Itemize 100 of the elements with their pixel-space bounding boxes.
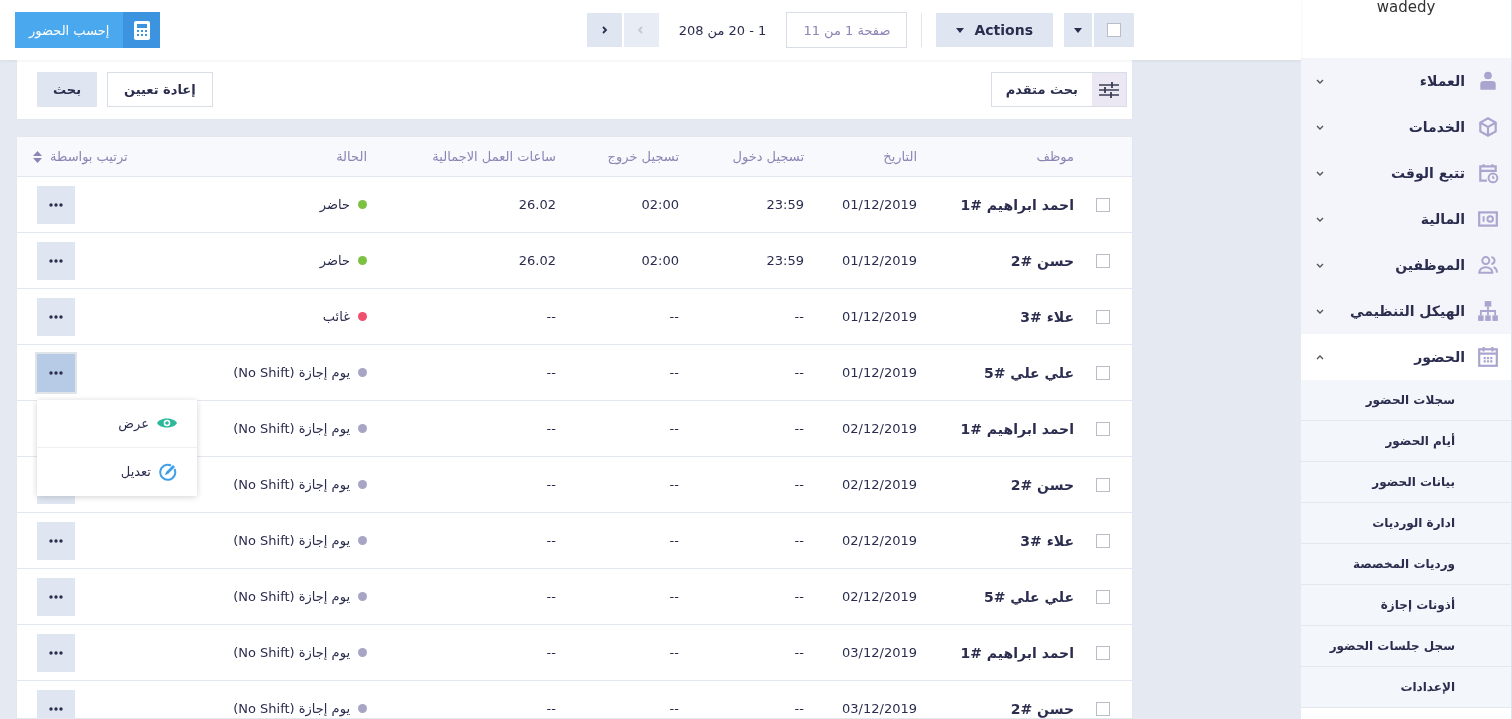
more-icon xyxy=(49,650,63,655)
sort-icon[interactable] xyxy=(33,150,42,163)
more-button[interactable] xyxy=(37,241,75,280)
account-name: wadedy xyxy=(1376,0,1436,16)
checkbox[interactable] xyxy=(1107,23,1121,37)
next-page-button[interactable] xyxy=(586,13,622,47)
row-checkbox[interactable] xyxy=(1096,421,1110,436)
more-icon xyxy=(49,314,63,319)
select-all-checkbox[interactable] xyxy=(1094,13,1134,47)
table-cell: 02/12/2019 xyxy=(842,589,917,604)
row-checkbox[interactable] xyxy=(1096,365,1110,380)
column-header: موظف xyxy=(1036,149,1074,164)
table-cell: 26.02 xyxy=(518,197,556,212)
table-cell: 01/12/2019 xyxy=(842,253,917,268)
sidebar-subitem[interactable]: الإعدادات xyxy=(1301,667,1511,708)
row-checkbox[interactable] xyxy=(1096,589,1110,604)
table-cell: 23:59 xyxy=(766,197,804,212)
menu-item[interactable]: عرض xyxy=(37,399,197,448)
row-checkbox[interactable] xyxy=(1096,253,1110,268)
status-text: حاضر xyxy=(319,253,350,268)
table-cell: -- xyxy=(794,477,804,492)
table-cell: -- xyxy=(794,645,804,660)
table-cell: -- xyxy=(669,309,679,324)
status-text: يوم إجازة (No Shift) xyxy=(233,477,350,492)
employee-name: احمد ابراهيم #1 xyxy=(960,420,1074,437)
actions-button[interactable]: Actions xyxy=(936,13,1053,47)
table-cell: -- xyxy=(546,421,556,436)
table-cell: -- xyxy=(794,701,804,716)
table-cell: 26.02 xyxy=(518,253,556,268)
sidebar-item[interactable]: الخدمات xyxy=(1301,104,1511,150)
employee-name: حسن #2 xyxy=(1010,476,1074,493)
menu-item[interactable]: تعديل xyxy=(37,447,197,496)
eye-icon xyxy=(157,416,177,430)
sidebar-item[interactable]: المالية xyxy=(1301,196,1511,242)
table-cell: -- xyxy=(669,477,679,492)
more-button[interactable] xyxy=(37,521,75,560)
sidebar-subitem[interactable]: سجلات الحضور xyxy=(1301,380,1511,421)
employee-name: حسن #2 xyxy=(1010,252,1074,269)
record-range: 1 - 20 من 208 xyxy=(677,22,768,38)
employee-name: علي علي #5 xyxy=(983,588,1074,605)
row-checkbox[interactable] xyxy=(1096,533,1110,548)
row-checkbox[interactable] xyxy=(1096,645,1110,660)
table-cell: 02:00 xyxy=(641,253,679,268)
table-cell: -- xyxy=(669,533,679,548)
row-checkbox[interactable] xyxy=(1096,197,1110,212)
search-button[interactable]: بحث xyxy=(37,72,97,107)
row-checkbox[interactable] xyxy=(1096,701,1110,716)
table-cell: 02/12/2019 xyxy=(842,533,917,548)
row-checkbox[interactable] xyxy=(1096,477,1110,492)
row-checkbox[interactable] xyxy=(1096,309,1110,324)
more-button[interactable] xyxy=(37,185,75,224)
status-text: غائب xyxy=(322,309,350,324)
more-icon xyxy=(49,370,63,375)
sidebar-subitem[interactable]: أذونات إجازة xyxy=(1301,585,1511,626)
reset-button[interactable]: إعادة تعيين xyxy=(107,72,213,107)
more-button[interactable] xyxy=(37,577,75,616)
more-icon xyxy=(49,538,63,543)
sidebar-item[interactable]: العملاء xyxy=(1301,58,1511,104)
table-cell: -- xyxy=(794,421,804,436)
more-button[interactable] xyxy=(37,633,75,672)
employee-name: علاء #3 xyxy=(1020,308,1074,325)
more-button[interactable] xyxy=(37,353,75,392)
status-text: يوم إجازة (No Shift) xyxy=(233,365,350,380)
column-header: تسجيل دخول xyxy=(732,149,804,164)
more-icon xyxy=(49,202,63,207)
more-icon xyxy=(49,258,63,263)
status-text: حاضر xyxy=(319,197,350,212)
more-icon xyxy=(49,706,63,711)
employee-name: حسن #2 xyxy=(1010,700,1074,717)
table-cell: 03/12/2019 xyxy=(842,701,917,716)
more-button[interactable] xyxy=(37,297,75,336)
sidebar-subitem[interactable]: سجل جلسات الحضور xyxy=(1301,626,1511,667)
status-text: يوم إجازة (No Shift) xyxy=(233,533,350,548)
status-text: يوم إجازة (No Shift) xyxy=(233,589,350,604)
sidebar-subitem[interactable]: ورديات المخصصة xyxy=(1301,544,1511,585)
advanced-search-button[interactable]: بحث متقدم xyxy=(990,72,1127,107)
select-menu-button[interactable] xyxy=(1064,13,1092,47)
table-cell: 03/12/2019 xyxy=(842,645,917,660)
table-cell: -- xyxy=(669,645,679,660)
org-chart-icon xyxy=(1477,300,1499,322)
caret-icon xyxy=(1074,27,1082,33)
table-cell: 02/12/2019 xyxy=(842,477,917,492)
more-button[interactable] xyxy=(37,689,75,718)
sidebar-subitem[interactable]: بيانات الحضور xyxy=(1301,462,1511,503)
sidebar-item[interactable]: تتبع الوقت xyxy=(1301,150,1511,196)
column-header: ساعات العمل الاجمالية xyxy=(432,149,556,164)
users-icon xyxy=(1477,254,1499,276)
table-cell: -- xyxy=(669,589,679,604)
chevron-icon xyxy=(599,25,610,35)
sidebar-item[interactable]: الهيكل التنظيمي xyxy=(1301,288,1511,334)
table-cell: -- xyxy=(546,645,556,660)
column-header: التاريخ xyxy=(883,149,917,164)
employee-name: احمد ابراهيم #1 xyxy=(960,644,1074,661)
sidebar-item[interactable]: الموظفين xyxy=(1301,242,1511,288)
sidebar-subitem[interactable]: أيام الحضور xyxy=(1301,421,1511,462)
table-cell: -- xyxy=(546,701,556,716)
calculator-icon xyxy=(133,20,150,40)
page-field[interactable]: صفحة 1 من 11 xyxy=(786,12,908,48)
sidebar-subitem[interactable]: ادارة الورديات xyxy=(1301,503,1511,544)
calendar-icon xyxy=(1477,346,1499,368)
